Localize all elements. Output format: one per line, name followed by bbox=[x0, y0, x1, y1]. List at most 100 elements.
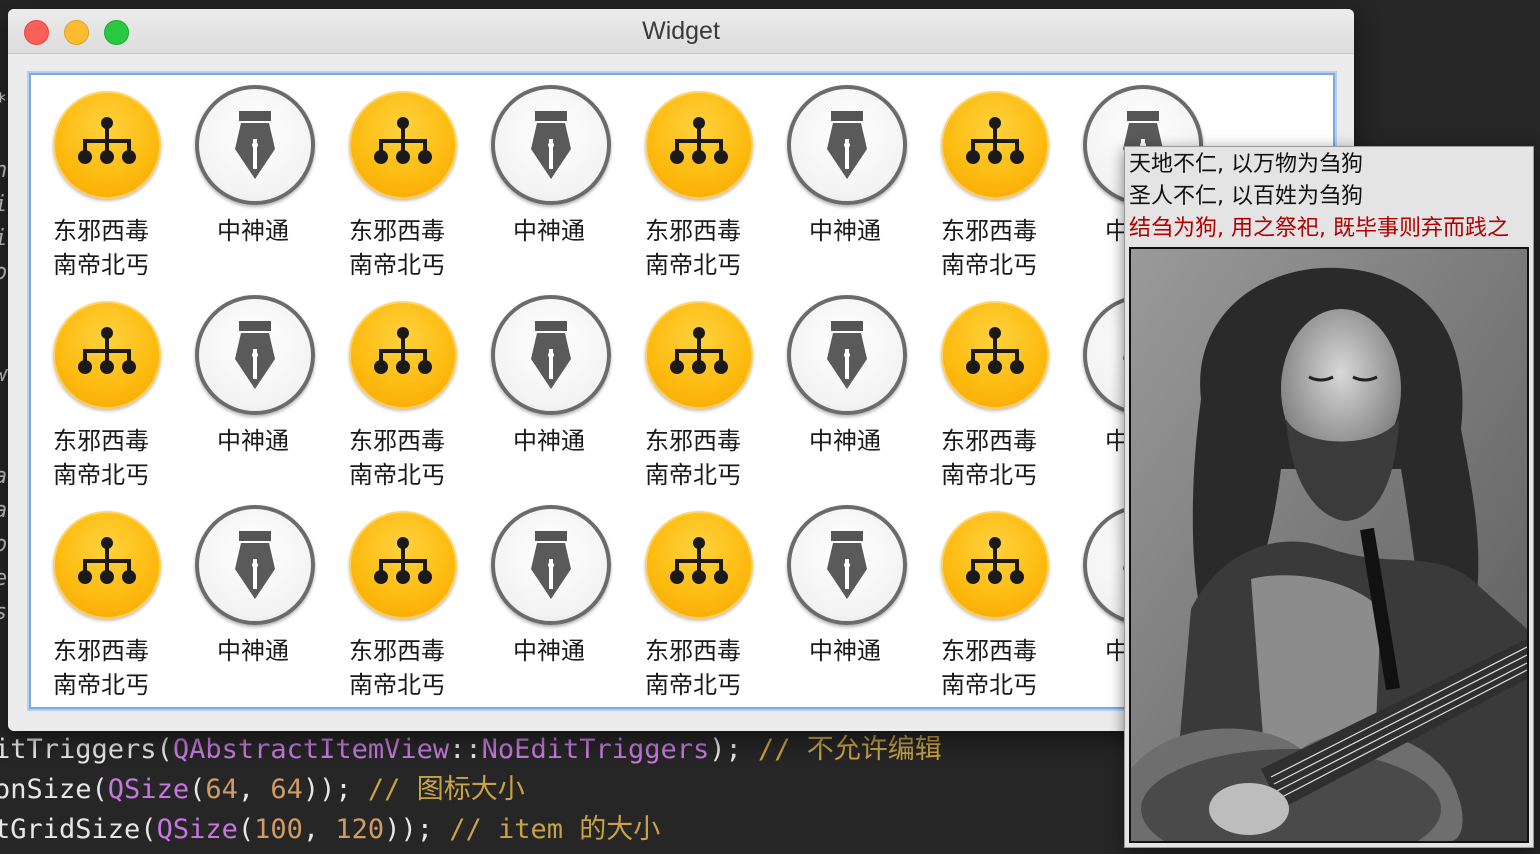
code-fragment bbox=[0, 124, 8, 158]
code-fragment: i bbox=[0, 192, 8, 226]
code-fragment bbox=[0, 294, 8, 328]
list-item-label-line: 中神通 bbox=[217, 637, 289, 665]
list-item[interactable]: 中神通 bbox=[179, 79, 327, 289]
org-chart-icon bbox=[645, 91, 753, 199]
list-item-label: 东邪西毒 南帝北丐 bbox=[919, 424, 1067, 492]
code-token: 64 bbox=[205, 774, 238, 805]
list-item[interactable]: 中神通 bbox=[771, 499, 919, 707]
list-item-label-line: 中神通 bbox=[809, 637, 881, 665]
list-item-label-line: 东邪西毒 bbox=[53, 637, 149, 665]
list-item-label-line: 东邪西毒 bbox=[645, 637, 741, 665]
list-item-label: 中神通 bbox=[179, 634, 327, 668]
list-item[interactable]: 中神通 bbox=[475, 499, 623, 707]
code-fragment bbox=[0, 430, 8, 464]
list-item-label: 中神通 bbox=[771, 214, 919, 248]
list-item-label: 东邪西毒 南帝北丐 bbox=[919, 634, 1067, 702]
code-token: QSize bbox=[107, 774, 190, 805]
list-item-label: 东邪西毒 南帝北丐 bbox=[623, 634, 771, 702]
code-fragment: o bbox=[0, 532, 8, 566]
list-item-label: 中神通 bbox=[475, 424, 623, 458]
code-line-edit-triggers[interactable]: itTriggers(QAbstractItemView::NoEditTrig… bbox=[0, 730, 942, 770]
code-line-grid-size[interactable]: tGridSize(QSize(100, 120)); // item 的大小 bbox=[0, 810, 660, 850]
list-item-label-line: 东邪西毒 bbox=[941, 217, 1037, 245]
code-fragment: h bbox=[0, 158, 8, 192]
list-item-label: 中神通 bbox=[771, 424, 919, 458]
list-item[interactable]: 东邪西毒 南帝北丐 bbox=[623, 79, 771, 289]
org-chart-icon bbox=[349, 511, 457, 619]
list-item-label: 东邪西毒 南帝北丐 bbox=[327, 214, 475, 282]
list-item-label-line: 南帝北丐 bbox=[645, 251, 741, 279]
list-item[interactable]: 东邪西毒 南帝北丐 bbox=[623, 289, 771, 499]
list-item-label-line: 东邪西毒 bbox=[941, 427, 1037, 455]
fountain-pen-icon bbox=[195, 295, 315, 415]
list-item[interactable]: 东邪西毒 南帝北丐 bbox=[31, 499, 179, 707]
fountain-pen-icon bbox=[491, 505, 611, 625]
list-item[interactable]: 东邪西毒 南帝北丐 bbox=[31, 289, 179, 499]
list-item-label-line: 中神通 bbox=[217, 427, 289, 455]
code-line-icon-size[interactable]: onSize(QSize(64, 64)); // 图标大小 bbox=[0, 770, 525, 810]
guitarist-photo bbox=[1129, 247, 1529, 843]
org-chart-icon bbox=[349, 301, 457, 409]
list-item[interactable]: 中神通 bbox=[771, 289, 919, 499]
list-item-label-line: 南帝北丐 bbox=[349, 461, 445, 489]
list-item[interactable]: 中神通 bbox=[475, 289, 623, 499]
list-item-label-line: 中神通 bbox=[513, 217, 585, 245]
code-token: QAbstractItemView bbox=[172, 734, 450, 765]
code-token: onSize( bbox=[0, 774, 108, 805]
code-token: ); bbox=[709, 734, 759, 765]
org-chart-icon bbox=[645, 301, 753, 409]
fountain-pen-icon bbox=[787, 505, 907, 625]
list-item[interactable]: 中神通 bbox=[179, 499, 327, 707]
list-item-label-line: 南帝北丐 bbox=[349, 251, 445, 279]
list-item[interactable]: 中神通 bbox=[771, 79, 919, 289]
list-item-label-line: 南帝北丐 bbox=[645, 671, 741, 699]
org-chart-icon bbox=[941, 91, 1049, 199]
list-item-label-line: 东邪西毒 bbox=[53, 217, 149, 245]
window-title: Widget bbox=[642, 17, 720, 45]
fountain-pen-icon bbox=[491, 295, 611, 415]
list-item-label-line: 中神通 bbox=[513, 637, 585, 665]
list-item-label: 中神通 bbox=[475, 634, 623, 668]
guitarist-photo-illustration bbox=[1131, 249, 1527, 841]
list-item[interactable]: 东邪西毒 南帝北丐 bbox=[919, 289, 1067, 499]
org-chart-icon bbox=[53, 91, 161, 199]
fountain-pen-icon bbox=[491, 85, 611, 205]
fountain-pen-icon bbox=[787, 85, 907, 205]
list-item-label: 中神通 bbox=[475, 214, 623, 248]
list-item[interactable]: 东邪西毒 南帝北丐 bbox=[327, 499, 475, 707]
code-fragment: * bbox=[0, 90, 8, 124]
list-item[interactable]: 东邪西毒 南帝北丐 bbox=[919, 499, 1067, 707]
code-token: 120 bbox=[335, 814, 385, 845]
list-item[interactable]: 中神通 bbox=[475, 79, 623, 289]
list-item[interactable]: 东邪西毒 南帝北丐 bbox=[31, 79, 179, 289]
list-item-label-line: 南帝北丐 bbox=[941, 251, 1037, 279]
list-item-label-line: 中神通 bbox=[513, 427, 585, 455]
list-item-label-line: 南帝北丐 bbox=[53, 251, 149, 279]
list-item[interactable]: 中神通 bbox=[179, 289, 327, 499]
list-item[interactable]: 东邪西毒 南帝北丐 bbox=[623, 499, 771, 707]
list-item-label-line: 东邪西毒 bbox=[645, 217, 741, 245]
tooltip-line-3: 结刍为狗, 用之祭祀, 既毕事则弃而践之 bbox=[1129, 216, 1509, 241]
list-item-label-line: 东邪西毒 bbox=[941, 637, 1037, 665]
code-fragment: e bbox=[0, 566, 8, 600]
list-item[interactable]: 东邪西毒 南帝北丐 bbox=[327, 289, 475, 499]
list-item-label-line: 东邪西毒 bbox=[349, 637, 445, 665]
list-item-label: 东邪西毒 南帝北丐 bbox=[327, 634, 475, 702]
list-item-label-line: 东邪西毒 bbox=[349, 217, 445, 245]
list-item-label-line: 南帝北丐 bbox=[349, 671, 445, 699]
org-chart-icon bbox=[645, 511, 753, 619]
code-token: tGridSize( bbox=[0, 814, 157, 845]
code-comment: // 图标大小 bbox=[367, 774, 525, 805]
list-item-label: 东邪西毒 南帝北丐 bbox=[623, 424, 771, 492]
list-item[interactable]: 东邪西毒 南帝北丐 bbox=[919, 79, 1067, 289]
code-comment: // item 的大小 bbox=[449, 814, 661, 845]
list-item[interactable]: 东邪西毒 南帝北丐 bbox=[327, 79, 475, 289]
list-item-label: 东邪西毒 南帝北丐 bbox=[327, 424, 475, 492]
list-item-label-line: 中神通 bbox=[217, 217, 289, 245]
code-fragment: w bbox=[0, 362, 8, 396]
list-item-label: 中神通 bbox=[179, 424, 327, 458]
code-token: itTriggers( bbox=[0, 734, 173, 765]
title-bar[interactable]: Widget bbox=[8, 9, 1354, 54]
list-item-label-line: 东邪西毒 bbox=[349, 427, 445, 455]
list-item-label: 中神通 bbox=[771, 634, 919, 668]
